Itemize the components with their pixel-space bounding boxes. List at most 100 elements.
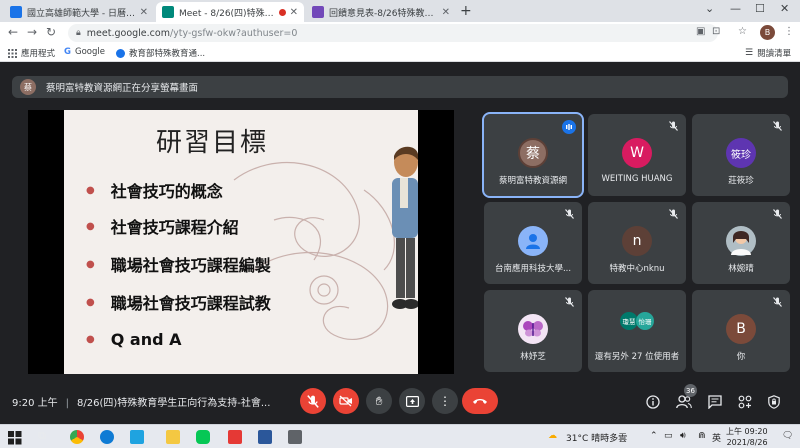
camera-toggle-button[interactable] xyxy=(333,388,359,414)
divider: | xyxy=(65,398,70,409)
chrome-menu-icon[interactable]: ⋮ xyxy=(784,26,794,37)
more-options-button[interactable]: ⋮ xyxy=(432,388,458,414)
apps-grid-icon xyxy=(8,48,17,58)
lock-icon: 🔒︎ xyxy=(76,28,81,38)
tab-search-chevron-icon[interactable]: ⌄ xyxy=(705,2,714,15)
clock-date: 2021/8/26 xyxy=(726,438,768,447)
meet-icon xyxy=(162,6,174,18)
tab-calendar[interactable]: 國立高雄師範大學 - 日曆 - 2021 ✕ xyxy=(4,2,154,22)
others-tile[interactable]: 瓊慧 怡珊 還有另外 27 位使用者 xyxy=(588,290,686,372)
slide: 研習目標 ● 社會技巧的概念 ● 社會技巧課程介紹 ● 職場社會技巧課程編製 ● 職場社… xyxy=(64,110,418,374)
weather-icon: ☁︎ xyxy=(548,431,557,441)
clock-time: 上午 09:20 xyxy=(726,427,768,436)
window-close-icon[interactable]: ✕ xyxy=(780,2,789,15)
participant-tile[interactable]: 筱珍 莊筱珍 xyxy=(692,114,790,196)
acrobat-icon[interactable] xyxy=(228,430,242,444)
bullet-dot-icon: ● xyxy=(86,184,95,196)
tab-title: Meet - 8/26(四)特殊教育學 xyxy=(179,8,276,19)
bookmark-label: 應用程式 xyxy=(21,49,56,59)
close-icon[interactable]: ✕ xyxy=(140,7,148,18)
self-tile[interactable]: B 你 xyxy=(692,290,790,372)
participant-tile[interactable]: 林妤芝 xyxy=(484,290,582,372)
forward-arrow-icon[interactable]: → xyxy=(27,25,37,39)
participant-tile[interactable]: W WEITING HUANG xyxy=(588,114,686,196)
bookmark-star-icon[interactable]: ☆ xyxy=(738,26,747,37)
reading-list[interactable]: ☰ 閱讀清單 xyxy=(745,47,791,59)
mic-off-icon xyxy=(565,297,574,307)
participant-tile[interactable]: n 特教中心nknu xyxy=(588,202,686,284)
url-field[interactable]: 🔒︎ meet.google.com/yty-gsfw-okw?authuser… xyxy=(68,24,718,42)
participant-count-badge: 36 xyxy=(684,384,697,397)
participant-name: 你 xyxy=(736,352,746,362)
meeting-time: 9:20 上午 xyxy=(12,398,58,409)
maximize-icon[interactable]: ☐ xyxy=(755,2,765,15)
tab-meet[interactable]: Meet - 8/26(四)特殊教育學 ✕ xyxy=(156,2,304,22)
cast-icon[interactable]: ⊡ xyxy=(712,26,720,37)
camera-in-use-icon[interactable]: ▣ xyxy=(696,26,705,37)
participant-name: 蔡明富特教資源網 xyxy=(498,176,567,186)
cartoon-figure-illustration xyxy=(392,146,418,309)
mic-toggle-button[interactable] xyxy=(300,388,326,414)
network-icon[interactable]: ▭ xyxy=(664,431,673,441)
photo-avatar xyxy=(726,226,756,256)
mic-off-icon xyxy=(773,209,782,219)
meet-control-bar: 9:20 上午 | 8/26(四)特殊教育學生正向行為支持-社會... ✋︎ ⋮ 3… xyxy=(0,384,800,424)
bullet-dot-icon: ● xyxy=(86,296,95,308)
reload-icon[interactable]: ↻ xyxy=(46,25,56,39)
line-app-icon[interactable] xyxy=(196,430,210,444)
edu-site-icon xyxy=(116,48,125,58)
reading-list-icon: ☰ xyxy=(745,48,754,58)
participant-avatar: n xyxy=(622,226,652,256)
bookmark-edu[interactable]: 教育部特殊教育通... xyxy=(116,47,205,59)
close-icon[interactable]: ✕ xyxy=(442,7,450,18)
slide-bullet: ● Q and A xyxy=(86,330,182,349)
app-taskbar-icon[interactable] xyxy=(288,430,302,444)
slide-bullet: ● 職場社會技巧課程試教 xyxy=(86,294,271,313)
host-controls-button[interactable] xyxy=(768,394,780,413)
back-arrow-icon[interactable]: ← xyxy=(8,25,18,39)
bookmark-google[interactable]: G Google xyxy=(64,47,105,57)
default-person-avatar-icon xyxy=(518,226,548,256)
weather-text[interactable]: 31°C 晴時多雲 xyxy=(566,431,627,444)
taskbar-clock[interactable]: 上午 09:20 2021/8/26 xyxy=(726,426,768,448)
mic-off-icon xyxy=(669,121,678,131)
leave-call-button[interactable] xyxy=(462,388,498,414)
others-count-label: 還有另外 27 位使用者 xyxy=(594,352,680,362)
participant-tile[interactable]: 台南應用科技大學... xyxy=(484,202,582,284)
profile-avatar[interactable]: B xyxy=(760,25,775,40)
file-explorer-icon[interactable] xyxy=(166,430,180,444)
mic-off-icon xyxy=(773,121,782,131)
participant-name: 林婉晴 xyxy=(728,264,754,274)
new-tab-button[interactable]: + xyxy=(460,3,472,19)
bookmark-apps[interactable]: 應用程式 xyxy=(8,47,55,59)
wifi-icon[interactable]: ⋒ xyxy=(698,431,706,441)
app-taskbar-icon[interactable] xyxy=(130,430,144,444)
bullet-dot-icon: ● xyxy=(86,258,95,270)
windows-start-icon[interactable] xyxy=(8,430,22,445)
word-icon[interactable] xyxy=(258,430,272,444)
notification-icon[interactable]: 🗨︎ xyxy=(782,431,793,441)
tab-title: 回饋意見表-8/26特殊教育學生正 xyxy=(329,8,438,19)
chrome-taskbar-icon[interactable] xyxy=(70,430,84,444)
presenter-avatar: 蔡 xyxy=(20,79,36,95)
raise-hand-button[interactable]: ✋︎ xyxy=(366,388,392,414)
speaker-icon[interactable]: 🔊︎ xyxy=(680,431,686,441)
ime-indicator[interactable]: 英 xyxy=(712,431,721,444)
tray-chevron-icon[interactable]: ⌃ xyxy=(650,431,658,441)
edge-taskbar-icon[interactable] xyxy=(100,430,114,444)
participant-tile[interactable]: 蔡 蔡明富特教資源網 xyxy=(482,112,584,198)
close-icon[interactable]: ✕ xyxy=(290,7,298,18)
participant-tile[interactable]: 林婉晴 xyxy=(692,202,790,284)
activities-button[interactable] xyxy=(738,394,752,413)
present-now-button[interactable] xyxy=(399,388,425,414)
meeting-details-button[interactable] xyxy=(646,394,660,413)
slide-bullet: ● 職場社會技巧課程編製 xyxy=(86,256,271,275)
chat-button[interactable] xyxy=(708,394,722,413)
bullet-dot-icon: ● xyxy=(86,334,95,345)
shield-lock-icon xyxy=(768,395,780,409)
task-view-icon[interactable]: ⧉ xyxy=(38,429,52,443)
minimize-icon[interactable]: — xyxy=(730,2,741,15)
tab-title: 國立高雄師範大學 - 日曆 - 2021 xyxy=(27,8,136,19)
tab-feedback-form[interactable]: 回饋意見表-8/26特殊教育學生正 ✕ xyxy=(306,2,456,22)
shared-screen[interactable]: 研習目標 ● 社會技巧的概念 ● 社會技巧課程介紹 ● 職場社會技巧課程編製 ● 職場社… xyxy=(28,110,454,374)
